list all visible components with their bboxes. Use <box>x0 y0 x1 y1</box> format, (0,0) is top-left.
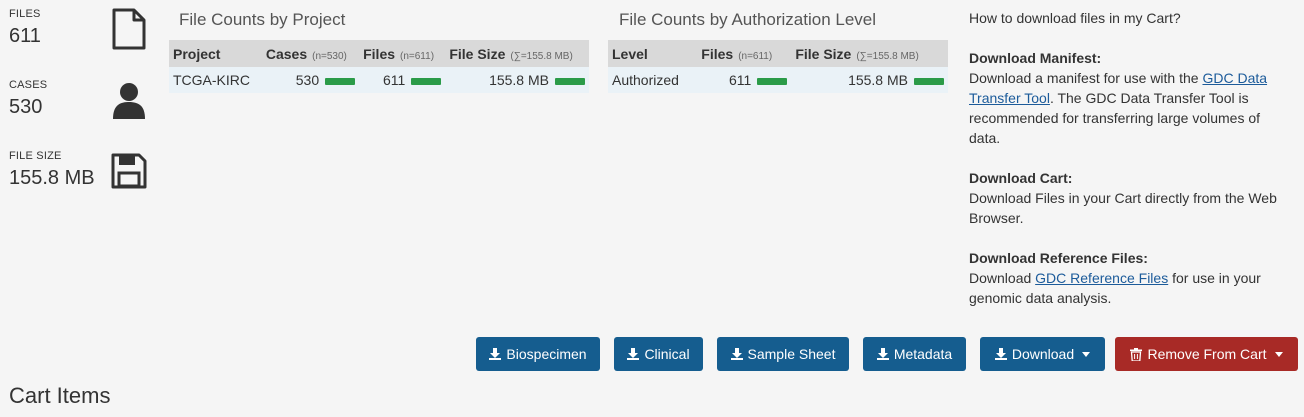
manifest-help: Download Manifest: Download a manifest f… <box>969 48 1287 148</box>
auth-counts-table: Level Files (n=611) File Size (∑=155.8 MB)… <box>608 40 948 93</box>
cart-items-title: Cart Items <box>9 383 111 408</box>
cases-cell: 530 <box>261 67 360 93</box>
sample-sheet-button[interactable]: Sample Sheet <box>717 337 849 371</box>
biospecimen-button[interactable]: Biospecimen <box>476 337 600 371</box>
size-column-header[interactable]: File Size (∑=155.8 MB) <box>791 40 948 67</box>
files-column-header[interactable]: Files (n=611) <box>359 40 446 67</box>
caret-down-icon <box>1082 351 1091 357</box>
save-icon <box>111 153 147 189</box>
auth-counts-section: File Counts by Authorization Level Level… <box>608 10 948 93</box>
gdc-reference-files-link[interactable]: GDC Reference Files <box>1035 270 1168 286</box>
table-row: Authorized 611 155.8 MB <box>608 67 948 93</box>
size-bar <box>914 77 944 85</box>
cart-heading: Download Cart: <box>969 170 1073 186</box>
table-header-row: Project Cases (n=530) Files (n=611) File S… <box>169 40 589 67</box>
reference-help: Download Reference Files: Download GDC R… <box>969 248 1287 308</box>
download-dropdown-button[interactable]: Download <box>980 337 1105 371</box>
download-icon <box>627 348 640 360</box>
project-counts-title: File Counts by Project <box>179 10 346 29</box>
files-column-header[interactable]: Files (n=611) <box>697 40 792 67</box>
cases-bar <box>325 77 356 85</box>
download-icon <box>489 348 502 360</box>
files-bar <box>411 77 442 85</box>
clinical-button[interactable]: Clinical <box>614 337 703 371</box>
user-icon <box>113 83 145 119</box>
caret-down-icon <box>1274 351 1283 357</box>
download-icon <box>730 348 743 360</box>
files-cell: 611 <box>359 67 446 93</box>
project-counts-section: File Counts by Project Project Cases (n=5… <box>169 10 589 93</box>
size-cell: 155.8 MB <box>791 67 948 93</box>
size-cell: 155.8 MB <box>445 67 589 93</box>
size-column-header[interactable]: File Size (∑=155.8 MB) <box>445 40 589 67</box>
file-icon <box>112 8 146 50</box>
files-summary: FILES 611 <box>9 8 159 68</box>
help-title: How to download files in my Cart? <box>969 10 1181 26</box>
table-header-row: Level Files (n=611) File Size (∑=155.8 MB) <box>608 40 948 67</box>
size-bar <box>555 77 585 85</box>
project-counts-table: Project Cases (n=530) Files (n=611) File S… <box>169 40 589 93</box>
level-cell: Authorized <box>608 67 698 93</box>
metadata-button[interactable]: Metadata <box>863 337 966 371</box>
remove-from-cart-button[interactable]: Remove From Cart <box>1115 337 1298 371</box>
cases-column-header[interactable]: Cases (n=530) <box>261 40 360 67</box>
table-row: TCGA-KIRC 530 611 155.8 MB <box>169 67 589 93</box>
cart-help: Download Cart: Download Files in your Ca… <box>969 168 1287 228</box>
download-icon <box>994 348 1007 360</box>
file-size-summary: FILE SIZE 155.8 MB <box>9 150 159 210</box>
cases-summary: CASES 530 <box>9 79 159 139</box>
auth-counts-title: File Counts by Authorization Level <box>619 10 877 29</box>
project-cell[interactable]: TCGA-KIRC <box>169 67 262 93</box>
files-cell: 611 <box>697 67 792 93</box>
manifest-heading: Download Manifest: <box>969 50 1102 66</box>
files-bar <box>757 77 788 85</box>
trash-icon <box>1130 347 1143 361</box>
reference-heading: Download Reference Files: <box>969 250 1148 266</box>
level-column-header[interactable]: Level <box>608 40 698 67</box>
project-column-header[interactable]: Project <box>169 40 262 67</box>
download-icon <box>876 348 889 360</box>
download-help: How to download files in my Cart? Downlo… <box>969 8 1287 328</box>
